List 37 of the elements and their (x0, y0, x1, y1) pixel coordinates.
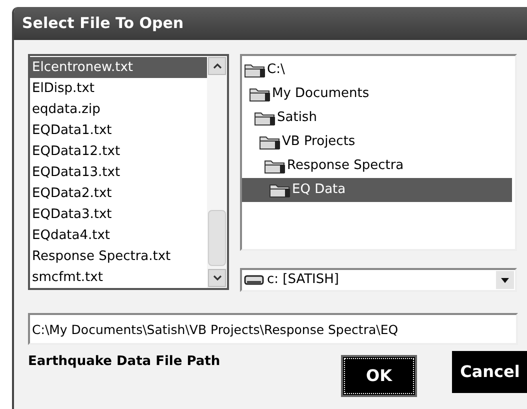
folder-item[interactable]: EQ Data (242, 178, 512, 202)
path-field[interactable]: C:\My Documents\Satish\VB Projects\Response Spectra\EQ (28, 313, 518, 345)
folder-icon (244, 62, 266, 78)
folder-item[interactable]: C:\ (242, 58, 515, 82)
file-item[interactable]: EQData13.txt (30, 162, 207, 183)
file-item[interactable]: ElDisp.txt (30, 78, 207, 99)
file-item[interactable]: Elcentronew.txt (30, 57, 207, 78)
caret-down-icon (212, 275, 222, 281)
folder-icon (269, 182, 291, 198)
file-item[interactable]: smcfmt.txt (30, 267, 207, 288)
folder-item[interactable]: VB Projects (242, 130, 515, 154)
folder-item[interactable]: Response Spectra (242, 154, 515, 178)
window-title: Select File To Open (22, 13, 184, 34)
scrollbar[interactable] (207, 56, 227, 288)
scroll-up-button[interactable] (208, 57, 226, 75)
file-item[interactable]: EQData2.txt (30, 183, 207, 204)
drive-dropdown[interactable]: c: [SATISH] (240, 268, 517, 292)
folder-icon (259, 134, 281, 150)
folder-icon (254, 110, 276, 126)
file-item[interactable]: eqdata.zip (30, 99, 207, 120)
ok-button[interactable]: OK (341, 355, 417, 397)
scroll-thumb[interactable] (208, 210, 226, 266)
caret-up-icon (212, 63, 222, 69)
path-label: Earthquake Data File Path (28, 353, 222, 371)
dropdown-arrow-icon (501, 278, 509, 282)
cancel-button[interactable]: Cancel (452, 351, 527, 393)
file-item[interactable]: EQData1.txt (30, 120, 207, 141)
scroll-down-button[interactable] (208, 269, 226, 287)
folder-item[interactable]: My Documents (242, 82, 515, 106)
drive-icon (244, 274, 264, 286)
file-item[interactable]: EQData12.txt (30, 141, 207, 162)
folder-icon (249, 86, 271, 102)
file-item[interactable]: EQData3.txt (30, 204, 207, 225)
file-item[interactable]: EQdata4.txt (30, 225, 207, 246)
file-item[interactable]: Response Spectra.txt (30, 246, 207, 267)
folder-icon (264, 158, 286, 174)
folder-item[interactable]: Satish (242, 106, 515, 130)
